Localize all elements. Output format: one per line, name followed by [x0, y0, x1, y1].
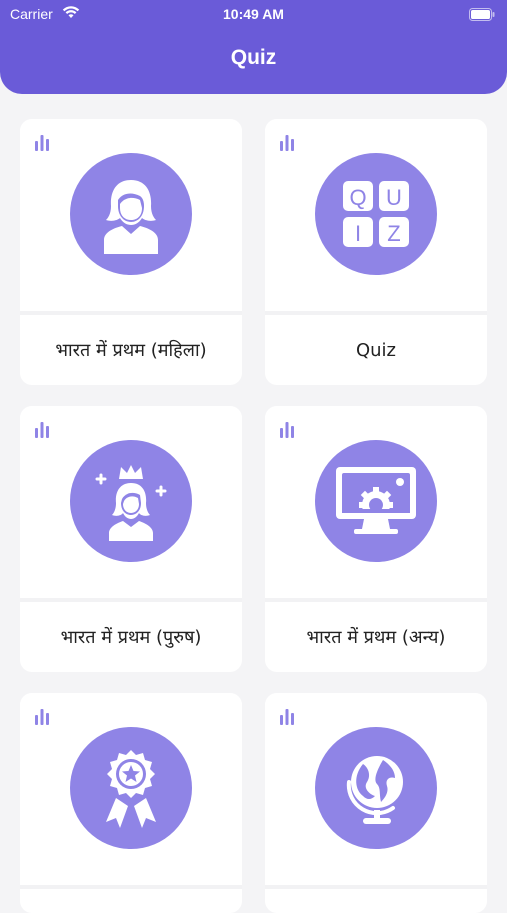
category-card-awards[interactable]: [20, 693, 242, 913]
quiz-tile-q: Q: [349, 185, 366, 210]
card-image-area: [20, 406, 242, 598]
status-time: 10:49 AM: [223, 6, 284, 22]
quiz-tile-i: I: [355, 221, 361, 246]
stats-bars-icon: [34, 133, 50, 155]
category-card-men-firsts[interactable]: भारत में प्रथम (पुरुष): [20, 406, 242, 672]
stats-bars-icon: [279, 133, 295, 155]
card-label: भारत में प्रथम (पुरुष): [60, 627, 202, 648]
card-image-area: Q U I Z: [265, 119, 487, 311]
card-image-area: [20, 693, 242, 885]
stats-bars-icon: [34, 420, 50, 442]
card-label: भारत में प्रथम (महिला): [55, 340, 207, 361]
globe-icon: [315, 727, 437, 849]
quiz-tile-u: U: [386, 185, 402, 210]
quiz-tiles-icon: Q U I Z: [315, 153, 437, 275]
battery-icon: [469, 8, 495, 25]
page-title: Quiz: [230, 46, 277, 69]
card-image-area: [265, 406, 487, 598]
app-header: Carrier 10:49 AM Quiz: [0, 0, 507, 94]
stats-bars-icon: [279, 420, 295, 442]
award-badge-icon: [70, 727, 192, 849]
card-image-area: [20, 119, 242, 311]
monitor-gear-icon: [315, 440, 437, 562]
category-card-quiz[interactable]: Q U I Z Quiz: [265, 119, 487, 385]
category-card-women-firsts[interactable]: भारत में प्रथम (महिला): [20, 119, 242, 385]
stats-bars-icon: [34, 707, 50, 729]
category-card-world[interactable]: [265, 693, 487, 913]
quiz-tile-z: Z: [387, 221, 400, 246]
card-label: भारत में प्रथम (अन्य): [306, 627, 446, 648]
crowned-person-icon: [70, 440, 192, 562]
stats-bars-icon: [279, 707, 295, 729]
woman-avatar-icon: [70, 153, 192, 275]
category-card-other-firsts[interactable]: भारत में प्रथम (अन्य): [265, 406, 487, 672]
status-bar: Carrier 10:49 AM: [0, 0, 507, 30]
card-image-area: [265, 693, 487, 885]
card-label: Quiz: [355, 339, 397, 361]
